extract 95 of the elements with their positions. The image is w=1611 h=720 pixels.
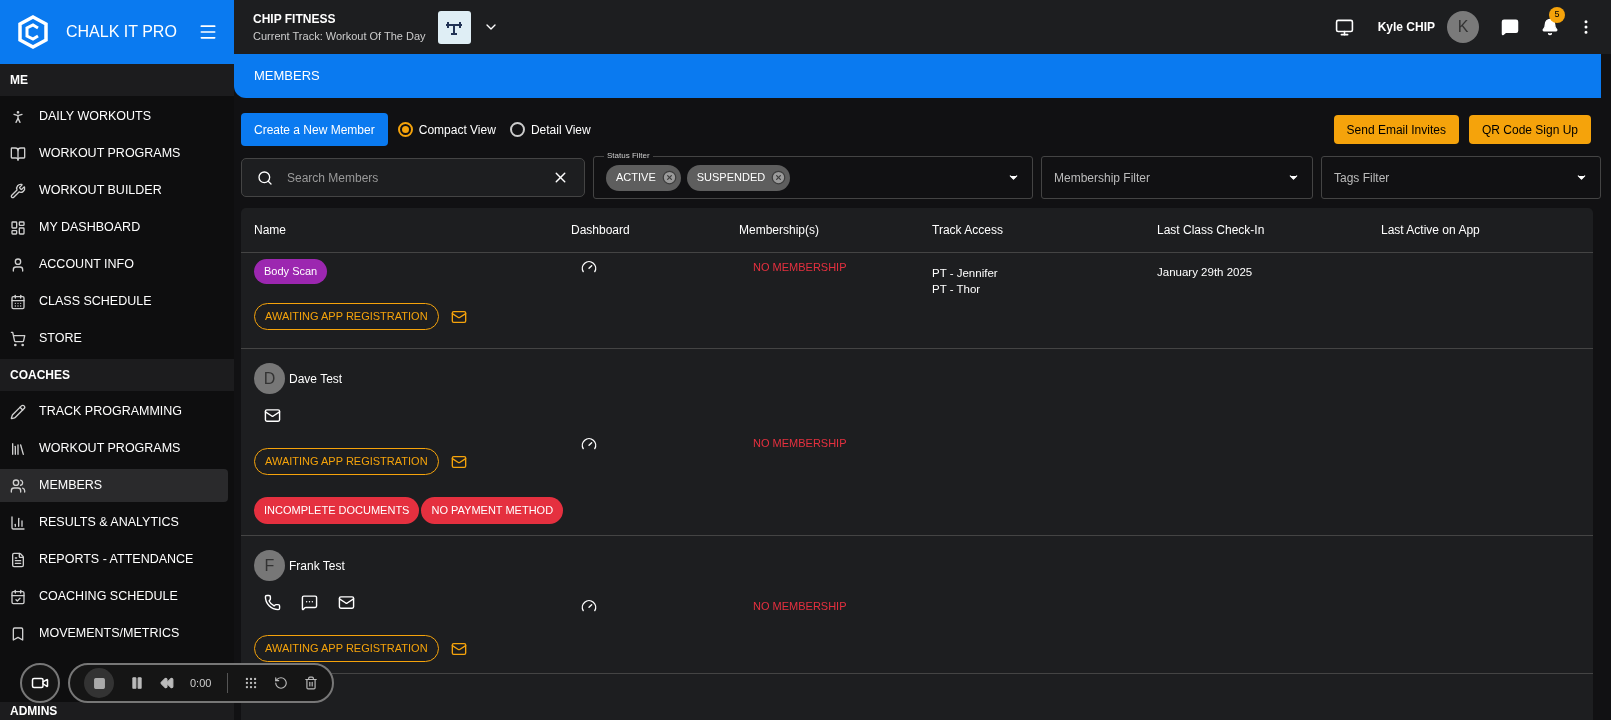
- gauge-icon[interactable]: [581, 435, 597, 452]
- section-heading: ADMINS: [10, 703, 58, 720]
- search-input[interactable]: Search Members: [287, 168, 538, 187]
- membership-status: NO MEMBERSHIP: [753, 436, 847, 452]
- delete-icon[interactable]: [304, 676, 319, 690]
- grip-icon[interactable]: [244, 676, 259, 690]
- sidebar-item[interactable]: CLASS SCHEDULE: [0, 285, 228, 318]
- create-member-button[interactable]: Create a New Member: [241, 113, 388, 146]
- sidebar-item[interactable]: MEMBERS: [0, 469, 228, 502]
- book-icon: [10, 145, 26, 162]
- brand-name: CHALK IT PRO: [66, 22, 178, 42]
- sidebar-item[interactable]: WORKOUT PROGRAMS: [0, 432, 228, 465]
- search-icon: [257, 169, 273, 186]
- sidebar-item[interactable]: COACHING SCHEDULE: [0, 580, 228, 613]
- radio-button[interactable]: [509, 122, 525, 137]
- monitor-icon[interactable]: [1334, 17, 1354, 37]
- sidebar-item[interactable]: TRACK PROGRAMMING: [0, 395, 228, 428]
- column-header: Dashboard: [571, 222, 631, 239]
- sidebar-item[interactable]: ACCOUNT INFO: [0, 248, 228, 281]
- view-option-label: Compact View: [418, 121, 496, 139]
- view-option-label: Detail View: [530, 121, 591, 139]
- sidebar-item[interactable]: WORKOUT BUILDER: [0, 174, 228, 207]
- gauge-icon[interactable]: [581, 259, 597, 275]
- pencil-icon: [10, 403, 26, 420]
- stop-icon: [92, 676, 106, 690]
- people-icon: [10, 477, 26, 494]
- logo-icon: [16, 15, 50, 49]
- sidebar-item[interactable]: STORE: [0, 322, 228, 355]
- chart-icon: [10, 514, 26, 531]
- sidebar-item[interactable]: REPORTS - ATTENDANCE: [0, 543, 228, 576]
- member-name[interactable]: Frank Test: [289, 556, 345, 575]
- bookmark-icon: [10, 625, 26, 642]
- wrench-icon: [10, 182, 26, 199]
- member-tag: Body Scan: [254, 259, 328, 284]
- filter-chip[interactable]: SUSPENDED: [686, 164, 791, 191]
- sidebar-item[interactable]: WORKOUT PROGRAMS: [0, 137, 228, 170]
- sidebar-item[interactable]: DAILY WORKOUTS: [0, 100, 228, 133]
- restart-icon[interactable]: [274, 676, 289, 690]
- membership-filter[interactable]: Membership Filter: [1041, 156, 1313, 199]
- track-access-item: PT - Jennifer: [932, 266, 999, 281]
- document-icon: [10, 551, 26, 568]
- sidebar-item[interactable]: MOVEMENTS/METRICS: [0, 617, 228, 650]
- sidebar-item[interactable]: MY DASHBOARD: [0, 211, 228, 244]
- gym-name: CHIP FITNESS: [253, 10, 337, 28]
- membership-status: NO MEMBERSHIP: [753, 260, 847, 275]
- cart-icon: [10, 330, 26, 347]
- mail-icon[interactable]: [450, 453, 467, 470]
- dashboard-icon: [10, 219, 26, 236]
- sidebar-item[interactable]: RESULTS & ANALYTICS: [0, 506, 228, 539]
- track-logo[interactable]: [437, 10, 471, 44]
- mail-icon[interactable]: [450, 308, 467, 325]
- calendar-icon: [10, 293, 26, 310]
- membership-status: NO MEMBERSHIP: [753, 598, 847, 614]
- phone-icon[interactable]: [264, 594, 281, 611]
- column-header: Track Access: [932, 222, 1004, 239]
- section-heading: COACHES: [10, 367, 70, 384]
- search-field[interactable]: Search Members: [241, 158, 585, 197]
- member-avatar: D: [254, 363, 285, 394]
- recording-time: 0:00: [190, 675, 212, 691]
- page-title: MEMBERS: [254, 67, 320, 86]
- message-icon[interactable]: [301, 594, 318, 611]
- calendar-icon: [10, 588, 26, 605]
- chat-icon[interactable]: [1501, 18, 1519, 36]
- column-header: Last Active on App: [1381, 222, 1481, 239]
- rewind-icon[interactable]: [160, 676, 174, 690]
- column-header: Membership(s): [739, 222, 820, 239]
- mail-icon[interactable]: [450, 640, 467, 657]
- member-name[interactable]: Dave Test: [289, 369, 343, 388]
- radio-button[interactable]: [397, 122, 413, 137]
- current-track: Current Track: Workout Of The Day: [253, 28, 426, 44]
- alert-badge: INCOMPLETE DOCUMENTS: [254, 497, 420, 524]
- gauge-icon[interactable]: [581, 598, 597, 614]
- person-icon: [10, 256, 26, 273]
- notification-icon[interactable]: [1541, 18, 1559, 36]
- menu-button[interactable]: [198, 22, 218, 42]
- action-button[interactable]: QR Code Sign Up: [1468, 115, 1591, 144]
- library-icon: [10, 440, 26, 457]
- pause-icon[interactable]: [130, 676, 144, 690]
- action-button[interactable]: Send Email Invites: [1333, 115, 1459, 144]
- column-header: Last Class Check-In: [1157, 222, 1266, 239]
- section-heading: ME: [10, 72, 28, 89]
- column-header: Name: [254, 222, 287, 239]
- mail-icon[interactable]: [264, 407, 281, 424]
- member-avatar: F: [254, 550, 285, 581]
- remove-chip-icon[interactable]: [771, 170, 787, 185]
- filter-chip[interactable]: ACTIVE: [606, 164, 681, 191]
- last-checkin: January 29th 2025: [1157, 266, 1253, 278]
- remove-chip-icon[interactable]: [661, 170, 677, 185]
- track-access-item: PT - Thor: [932, 282, 982, 297]
- alert-badge: NO PAYMENT METHOD: [421, 497, 564, 524]
- mail-icon[interactable]: [338, 594, 355, 611]
- user-name: Kyle CHIP: [1377, 19, 1435, 36]
- notification-badge: 5: [1549, 7, 1565, 23]
- tags-filter[interactable]: Tags Filter: [1321, 156, 1601, 199]
- stop-button[interactable]: [84, 668, 114, 698]
